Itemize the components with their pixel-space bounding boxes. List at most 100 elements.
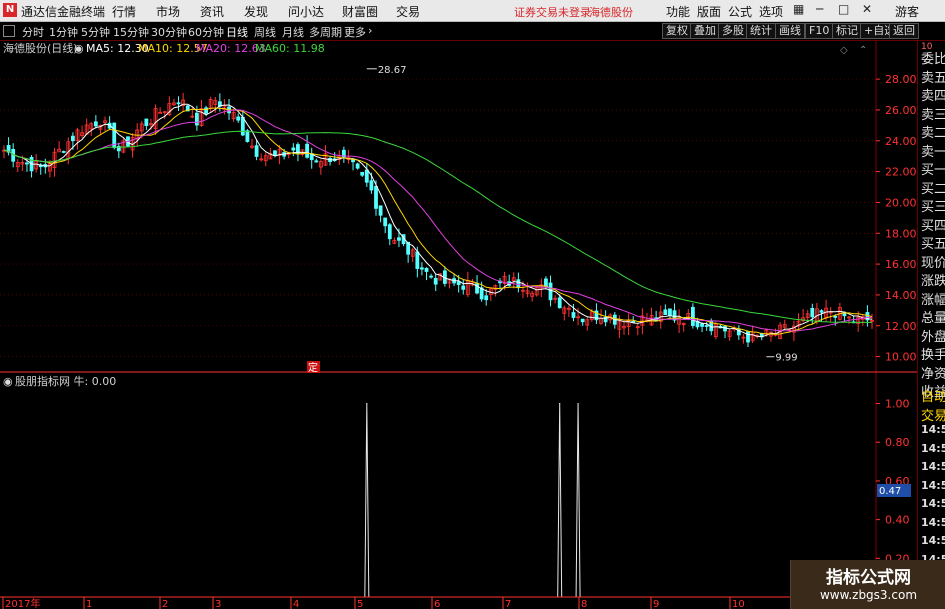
menu-hangqing[interactable]: 行情	[112, 3, 136, 20]
menu-wenxiaoda[interactable]: 问小达	[288, 3, 324, 20]
maximize-icon[interactable]: □	[838, 2, 849, 16]
candle-body	[383, 217, 388, 227]
toggle-panel-icon[interactable]	[3, 25, 15, 37]
y-tick-label: 28.00	[885, 73, 917, 86]
period-60min[interactable]: 60分钟	[188, 24, 224, 40]
x-tick-label: 8	[581, 599, 587, 609]
candle-body	[176, 102, 181, 105]
candle-body	[704, 325, 709, 327]
indicator-spike	[366, 402, 368, 405]
period-5min[interactable]: 5分钟	[81, 24, 110, 40]
menu-banmian[interactable]: 版面	[697, 3, 721, 20]
candle-body	[424, 267, 429, 272]
candle-body	[420, 267, 424, 270]
candle-body	[194, 112, 199, 126]
close-icon[interactable]: ✕	[862, 2, 872, 16]
candle-body	[429, 275, 434, 278]
x-tick-label: 4	[293, 599, 299, 609]
diamond-icon[interactable]: ◇	[840, 45, 848, 56]
candle-body	[369, 180, 374, 191]
panel-label: 卖一	[921, 144, 945, 160]
more-chevron-icon[interactable]: ›	[368, 24, 372, 37]
trade-time: 14:56	[921, 441, 945, 455]
menu-gongneng[interactable]: 功能	[666, 3, 690, 20]
panel-label: 总量	[921, 311, 945, 326]
x-tick-label: 2	[162, 599, 168, 609]
period-more[interactable]: 更多	[344, 24, 366, 40]
menu-shichang[interactable]: 市场	[156, 3, 180, 20]
collapse-up-icon[interactable]: ⌃	[859, 45, 867, 56]
period-1min[interactable]: 1分钟	[49, 24, 78, 40]
panel-label: 卖四	[921, 89, 945, 104]
panel-label: 卖三	[921, 107, 945, 123]
tongji-button[interactable]: 统计	[746, 23, 776, 39]
candle-body	[397, 237, 401, 241]
f10-button[interactable]: F10	[805, 23, 834, 39]
settings-circle-icon[interactable]: ◉	[74, 42, 84, 55]
quote-side-panel: 10 委比 卖五 卖四 卖三 卖二 卖一 买一 买二 买三 买四 买五 现价 涨跌 涨幅 总量 外盘 换手 净资 收益…	[917, 41, 945, 609]
period-monthly[interactable]: 月线	[282, 24, 304, 40]
menu-zixun[interactable]: 资讯	[200, 3, 224, 20]
candle-body	[360, 171, 365, 176]
trade-time: 14:56	[921, 478, 945, 492]
title-bar: N 通达信金融终端 行情 市场 资讯 发现 问小达 财富圈 交易 证券交易未登录…	[0, 0, 945, 22]
panel-label: 买四	[921, 218, 945, 234]
candle-body	[690, 306, 695, 326]
back-button[interactable]: 返回	[889, 23, 919, 39]
indicator-spike	[577, 402, 579, 405]
candle-body	[374, 186, 378, 209]
period-15min[interactable]: 15分钟	[113, 24, 149, 40]
indicator-spike	[559, 402, 561, 405]
indicator-line	[4, 403, 872, 598]
menu-gongshi[interactable]: 公式	[728, 3, 752, 20]
candle-body	[355, 163, 360, 169]
y-tick-label: 14.00	[885, 289, 917, 302]
period-fenshi[interactable]: 分时	[22, 24, 44, 40]
menu-xuanxiang[interactable]: 选项	[759, 3, 783, 20]
diejia-button[interactable]: 叠加	[690, 23, 720, 39]
period-30min[interactable]: 30分钟	[151, 24, 187, 40]
kline-chart-area[interactable]: 海德股份(日线) ◉ MA5: 12.30 MA10: 12.57 MA20: …	[0, 41, 917, 609]
candle-body	[833, 316, 838, 318]
candle-body	[314, 160, 319, 163]
menu-caifuquan[interactable]: 财富圈	[342, 3, 378, 20]
period-multi[interactable]: 多周期	[309, 24, 342, 40]
candle-body	[571, 312, 576, 318]
fuquan-button[interactable]: 复权	[662, 23, 692, 39]
candle-body	[475, 282, 479, 294]
x-tick-label: 6	[434, 599, 440, 609]
duogu-button[interactable]: 多股	[718, 23, 748, 39]
menu-jiaoyi[interactable]: 交易	[396, 3, 420, 20]
candle-body	[415, 251, 420, 269]
period-toolbar: 分时 1分钟 5分钟 15分钟 30分钟 60分钟 日线 周线 月线 多周期 更…	[0, 22, 945, 41]
y-tick-label: 16.00	[885, 258, 917, 271]
candle-body	[61, 151, 66, 153]
menu-faxian[interactable]: 发现	[244, 3, 268, 20]
site-watermark: 指标公式网 www.zbgs3.com	[790, 560, 945, 609]
y-tick-label: 20.00	[885, 196, 917, 209]
indicator-settings-icon[interactable]: ◉	[3, 375, 13, 388]
biaoji-button[interactable]: 标记	[832, 23, 862, 39]
period-weekly[interactable]: 周线	[254, 24, 276, 40]
x-tick-label: 5	[357, 599, 363, 609]
grid-icon[interactable]: ▦	[793, 2, 804, 16]
candle-body	[668, 308, 672, 316]
y-tick-label: 10.00	[885, 351, 917, 364]
login-status[interactable]: 证券交易未登录	[514, 4, 591, 20]
huaxian-button[interactable]: 画线	[775, 23, 805, 39]
minimize-icon[interactable]: ─	[816, 2, 823, 16]
ding-label: 定	[308, 361, 318, 374]
candle-body	[240, 116, 245, 136]
x-tick-label: 10	[732, 599, 745, 609]
period-daily[interactable]: 日线	[226, 24, 248, 40]
indicator-title: 股朋指标网 牛: 0.00	[15, 374, 116, 388]
app-logo-icon: N	[3, 3, 17, 17]
x-tick-label: 3	[215, 599, 221, 609]
candle-body	[93, 121, 98, 127]
low-value-label: 9.99	[775, 353, 797, 364]
app-title: 通达信金融终端	[21, 5, 106, 19]
y-tick-label: 22.00	[885, 166, 917, 179]
candle-body	[484, 295, 489, 301]
candle-body	[378, 205, 383, 216]
user-label[interactable]: 游客	[895, 3, 919, 20]
